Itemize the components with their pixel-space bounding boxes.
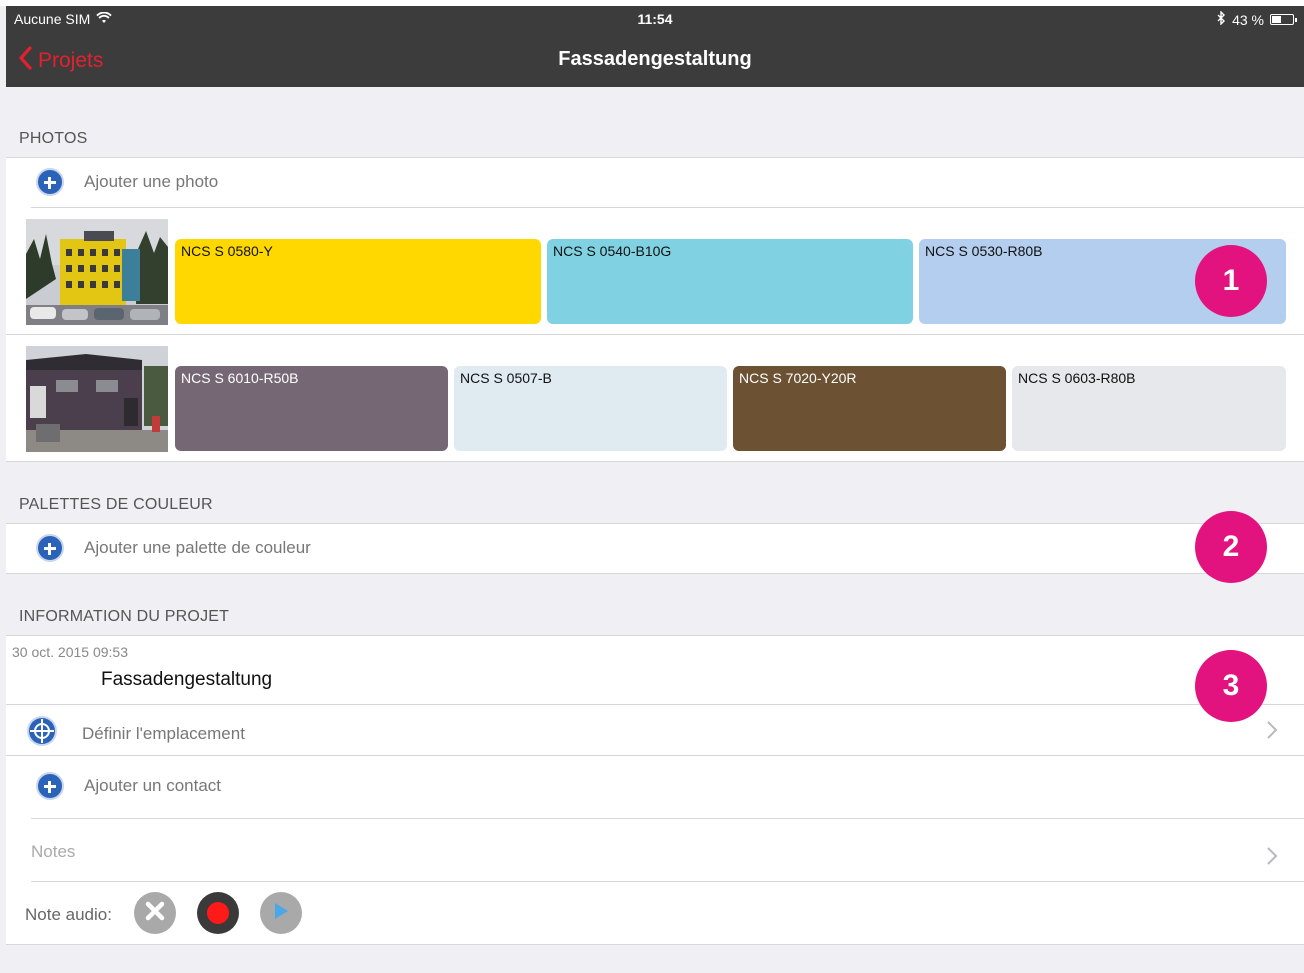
- navigation-header: Aucune SIM 11:54 43 % Projets Fassadenge…: [6, 6, 1304, 87]
- plus-circle-icon: [36, 534, 64, 562]
- palettes-section-header: PALETTES DE COULEUR: [19, 496, 213, 513]
- color-swatch[interactable]: NCS S 0603-R80B: [1012, 366, 1286, 451]
- color-swatch[interactable]: NCS S 7020-Y20R: [733, 366, 1006, 451]
- record-audio-button[interactable]: [197, 892, 239, 934]
- battery-percentage: 43 %: [1232, 11, 1264, 28]
- facade-photo-thumbnail-2[interactable]: [26, 346, 168, 452]
- divider: [6, 755, 1304, 756]
- divider: [6, 704, 1304, 705]
- color-code-label: NCS S 0507-B: [460, 370, 552, 386]
- divider: [31, 207, 1304, 208]
- delete-audio-button[interactable]: [134, 892, 176, 934]
- plus-circle-icon: [36, 772, 64, 800]
- color-code-label: NCS S 6010-R50B: [181, 370, 299, 386]
- status-bar: Aucune SIM 11:54 43 %: [6, 6, 1304, 32]
- chevron-right-icon: [1266, 842, 1278, 873]
- photos-section-header: PHOTOS: [19, 130, 88, 147]
- add-palette-label: Ajouter une palette de couleur: [84, 538, 311, 557]
- project-date: 30 oct. 2015 09:53: [12, 644, 128, 660]
- divider: [6, 573, 1304, 574]
- add-contact-label: Ajouter un contact: [84, 776, 222, 795]
- divider: [6, 461, 1304, 462]
- divider: [6, 944, 1304, 945]
- color-code-label: NCS S 0580-Y: [181, 243, 273, 259]
- add-palette-button[interactable]: Ajouter une palette de couleur: [36, 534, 311, 562]
- audio-note-label: Note audio:: [25, 905, 112, 924]
- color-swatch[interactable]: NCS S 0580-Y: [175, 239, 541, 324]
- color-swatch[interactable]: NCS S 0540-B10G: [547, 239, 913, 324]
- notes-row[interactable]: Notes: [6, 819, 1304, 881]
- close-icon: [145, 901, 165, 926]
- callout-badge-2: 2: [1195, 511, 1267, 583]
- play-audio-button[interactable]: [260, 892, 302, 934]
- divider: [6, 334, 1304, 335]
- set-location-label: Définir l'emplacement: [82, 723, 245, 743]
- play-icon: [272, 901, 290, 926]
- notes-label: Notes: [31, 842, 76, 861]
- add-contact-button[interactable]: Ajouter un contact: [36, 772, 221, 800]
- project-name[interactable]: Fassadengestaltung: [101, 669, 272, 691]
- color-code-label: NCS S 0603-R80B: [1018, 370, 1136, 386]
- color-code-label: NCS S 0530-R80B: [925, 243, 1043, 259]
- color-swatch[interactable]: NCS S 6010-R50B: [175, 366, 448, 451]
- chevron-right-icon: [1266, 716, 1278, 747]
- battery-icon: [1270, 14, 1297, 25]
- add-photo-button[interactable]: Ajouter une photo: [36, 168, 218, 196]
- divider: [31, 881, 1304, 882]
- add-photo-label: Ajouter une photo: [84, 172, 219, 191]
- project-info-section-header: INFORMATION DU PROJET: [19, 608, 230, 625]
- color-swatch[interactable]: NCS S 0507-B: [454, 366, 727, 451]
- divider: [6, 523, 1304, 524]
- status-time: 11:54: [637, 11, 673, 27]
- record-icon: [207, 902, 229, 924]
- plus-circle-icon: [36, 168, 64, 196]
- bluetooth-icon: [1217, 10, 1226, 28]
- divider: [6, 635, 1304, 636]
- callout-badge-3: 3: [1195, 650, 1267, 722]
- divider: [6, 157, 1304, 158]
- facade-photo-thumbnail-1[interactable]: [26, 219, 168, 325]
- location-target-icon: [26, 715, 58, 752]
- callout-badge-1: 1: [1195, 245, 1267, 317]
- set-location-button[interactable]: Définir l'emplacement: [26, 715, 245, 752]
- color-code-label: NCS S 7020-Y20R: [739, 370, 857, 386]
- page-title: Fassadengestaltung: [558, 48, 752, 70]
- color-code-label: NCS S 0540-B10G: [553, 243, 672, 259]
